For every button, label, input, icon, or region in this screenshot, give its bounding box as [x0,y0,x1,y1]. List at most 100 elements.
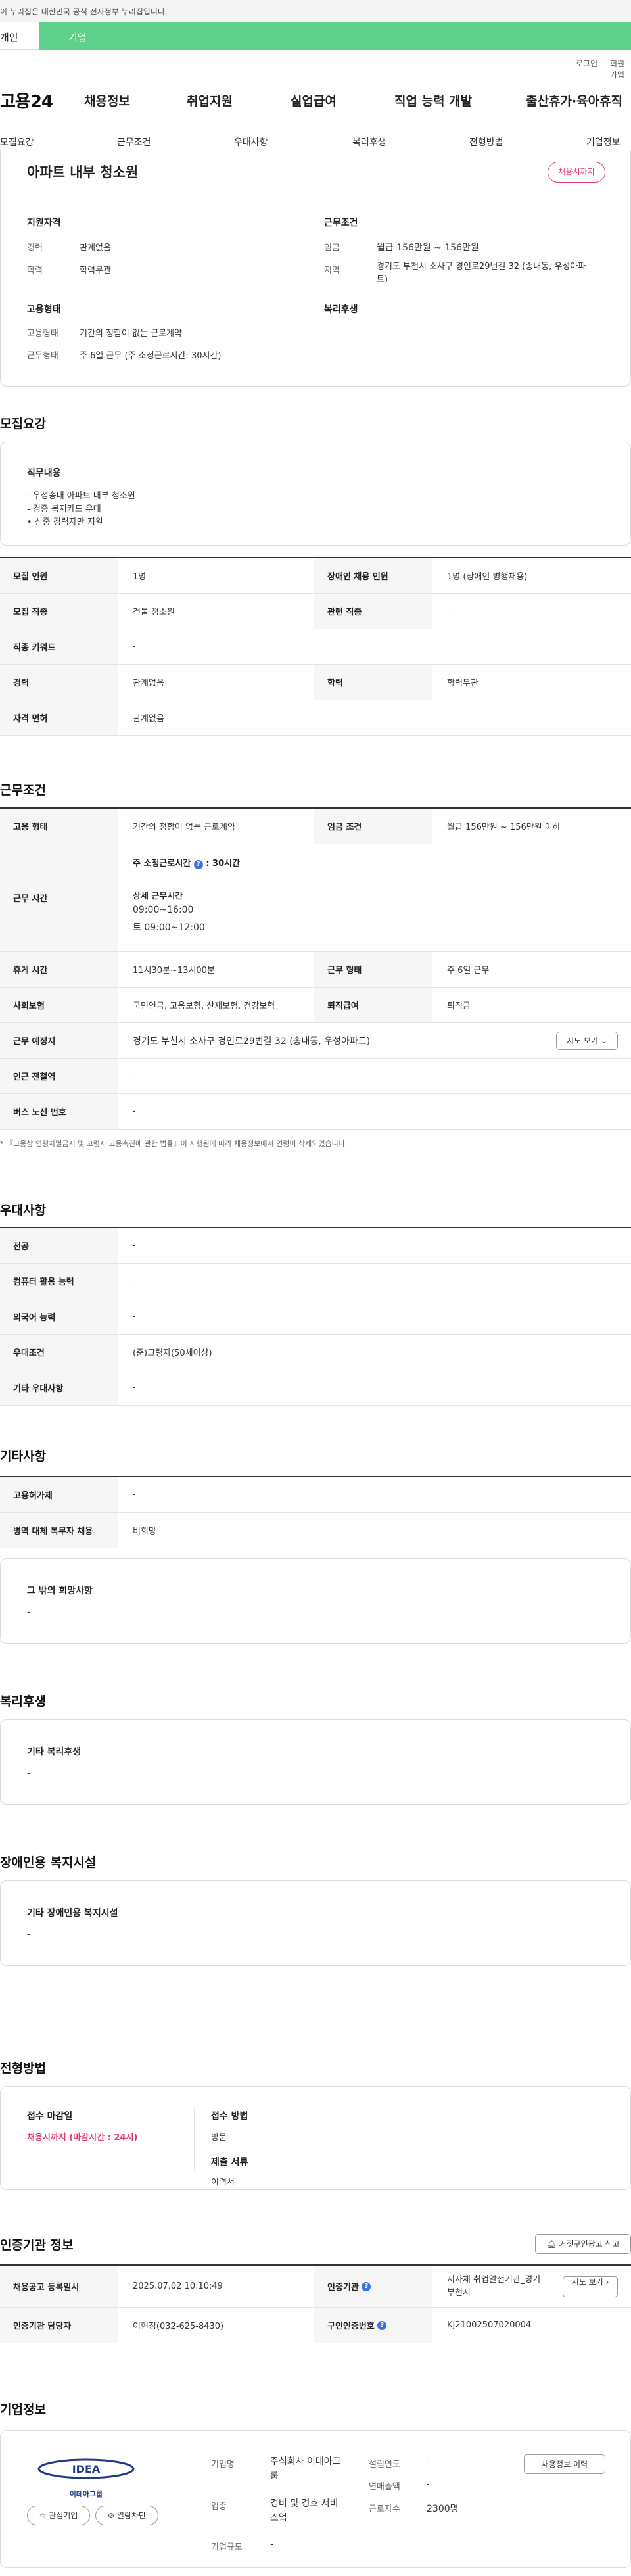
map-view-label: 지도 보기 [567,1036,599,1045]
signup-link[interactable]: 회원가입 [610,58,631,80]
etc-heading: 기타사항 [0,1449,46,1464]
table-row: 외국어 능력 - [0,1299,631,1335]
nav-pref[interactable]: 우대사항 [234,135,268,149]
table-row: 인근 전철역 - [0,1059,631,1094]
age-notice: * 『고용상 연령차별금지 및 고령자 고용촉진에 관한 법률』이 시행됨에 따… [0,1139,348,1148]
hope-card: 그 밖의 희망사항 - [0,1558,631,1644]
table-row: 우대조건 (준)고령자(50세이상) [0,1335,631,1370]
info-icon[interactable]: ? [362,2281,371,2291]
table-header: 근무 시간 [0,844,118,951]
table-header: 기타 우대사항 [0,1370,118,1405]
table-cell: 주 6일 근무 [447,966,490,976]
table-cell: 1명 [133,572,147,582]
company-card: IDEA 이데아그룹 ☆ 관심기업 ⊘ 열람차단 기업명 주식회사 이데아그룹 … [0,2430,631,2568]
sales-value: - [427,2479,430,2489]
hiring-history-button[interactable]: 채용정보 이력 [524,2454,605,2474]
job-title: 아파트 내부 청소원 [27,164,139,180]
nav-work[interactable]: 근무조건 [117,135,151,149]
table-row: 모집 인원 1명 장애인 채용 인원 1명 (장애인 병행채용) [0,558,631,594]
docs-label: 제출 서류 [211,2157,248,2168]
table-cell: - [133,642,136,652]
table-cell: - [133,1383,136,1393]
welfare-title: 복리후생 [324,304,358,315]
block-view-label: 열람차단 [116,2511,147,2520]
table-row: 근무 시간 주 소정근로시간 ? : 30시간 상세 근무시간 09:00~16… [0,844,631,952]
user-type-bar: 개인 기업 [0,22,631,50]
company-logo-icon: IDEA [37,2458,135,2479]
company-size-value: - [270,2540,273,2550]
gnb-jobs[interactable]: 채용정보 [84,91,130,109]
nav-welfare[interactable]: 복리후생 [352,135,386,149]
cert-org-label: 인증기관 [327,2283,359,2293]
table-header: 휴게 시간 [0,952,118,987]
table-cell: 11시30분~13시00분 [133,966,215,976]
gnb-vocational-training[interactable]: 직업 능력 개발 [394,91,472,109]
chevron-right-icon: › [605,2278,609,2287]
report-fake-ad-label: 거짓구인광고 신고 [559,2239,620,2249]
cert-number-label: 구인인증번호 [327,2322,375,2331]
duty-title: 직무내용 [27,468,61,479]
cert-table: 채용공고 등록일시 2025.07.02 10:10:49 인증기관 ? 지자체… [0,2264,631,2343]
table-cell: - [133,1312,136,1322]
map-view-button[interactable]: 지도 보기 ⌄ [556,1032,618,1050]
info-icon[interactable]: ? [377,2320,387,2330]
founded-label: 설립연도 [369,2460,400,2469]
info-icon[interactable]: ? [193,860,203,869]
table-row: 휴게 시간 11시30분~13시00분 근무 형태 주 6일 근무 [0,952,631,988]
gnb-employment-support[interactable]: 취업지원 [187,91,233,109]
gnb-parental-leave[interactable]: 출산휴가·육아휴직 [526,91,622,109]
region-label: 지역 [324,266,340,275]
table-cell: - [447,606,450,616]
table-cell: 경기도 부천시 소사구 경인로29번길 32 (송내동, 우성아파트) [133,1036,371,1047]
table-header: 근무 형태 [314,952,432,987]
login-link[interactable]: 로그인 [576,58,597,69]
welfare-box-title: 기타 복리후생 [27,1747,82,1757]
report-fake-ad-button[interactable]: 🔔︎ 거짓구인광고 신고 [535,2234,631,2254]
duty-line-3: • 신중 경력자만 지원 [27,517,103,527]
work-table: 고용 형태 기간의 정함이 없는 근로계약 임금 조건 월급 156만원 ~ 1… [0,807,631,1130]
company-name-label: 기업명 [211,2460,235,2469]
table-header: 인증기관 ? [314,2266,432,2307]
table-header: 버스 노선 번호 [0,1094,118,1129]
edu-value: 학력무관 [80,266,111,275]
table-header: 모집 인원 [0,558,118,593]
block-icon: ⊘ [107,2511,115,2520]
employees-value: 2300명 [427,2504,459,2514]
table-header: 구인인증번호 ? [314,2308,432,2343]
industry-label: 업종 [211,2502,227,2512]
table-header: 장애인 채용 인원 [314,558,432,593]
table-header: 임금 조건 [314,809,432,844]
nav-company[interactable]: 기업정보 [586,135,620,149]
recruit-table: 모집 인원 1명 장애인 채용 인원 1명 (장애인 병행채용) 모집 직종 건… [0,557,631,736]
weekly-hours-value: : 30시간 [206,859,241,869]
table-row: 고용허가제 - [0,1477,631,1513]
table-header: 직종 키워드 [0,629,118,664]
weekly-hours: 주 소정근로시간 ? : 30시간 [133,856,240,869]
table-cell: - [133,1241,136,1251]
site-logo[interactable]: 고용24 [0,88,53,112]
table-cell: 관계없음 [133,679,164,688]
table-cell: 이현정(032-625-8430) [133,2322,224,2331]
disabled-box-value: - [27,1930,30,1940]
company-logo: IDEA 이데아그룹 [34,2457,139,2498]
table-cell: 국민연금, 고용보험, 산재보험, 건강보험 [133,1001,275,1011]
table-header: 외국어 능력 [0,1299,118,1334]
table-row: 경력 관계없음 학력 학력무관 [0,665,631,700]
nav-process[interactable]: 전형방법 [469,135,503,149]
nav-recruit[interactable]: 모집요강 [0,135,34,149]
etc-table: 고용허가제 - 병역 대체 복무자 채용 비희망 [0,1476,631,1548]
cert-map-button[interactable]: 지도 보기 › [563,2276,618,2297]
table-cell: - [133,1107,136,1116]
work-form-value: 주 6일 근무 (주 소정근로시간: 30시간) [80,351,222,361]
gnb-unemployment-benefit[interactable]: 실업급여 [291,91,337,109]
table-header: 고용허가제 [0,1477,118,1512]
tab-company[interactable]: 기업 [39,22,631,50]
svg-text:IDEA: IDEA [72,2463,101,2475]
table-cell: 기간의 정함이 없는 근로계약 [133,823,235,832]
recruit-heading: 모집요강 [0,417,46,431]
table-row: 기타 우대사항 - [0,1370,631,1406]
table-cell: 건물 청소원 [133,608,175,617]
tab-personal[interactable]: 개인 [0,22,39,50]
favorite-company-button[interactable]: ☆ 관심기업 [27,2506,90,2525]
block-view-button[interactable]: ⊘ 열람차단 [95,2506,158,2525]
